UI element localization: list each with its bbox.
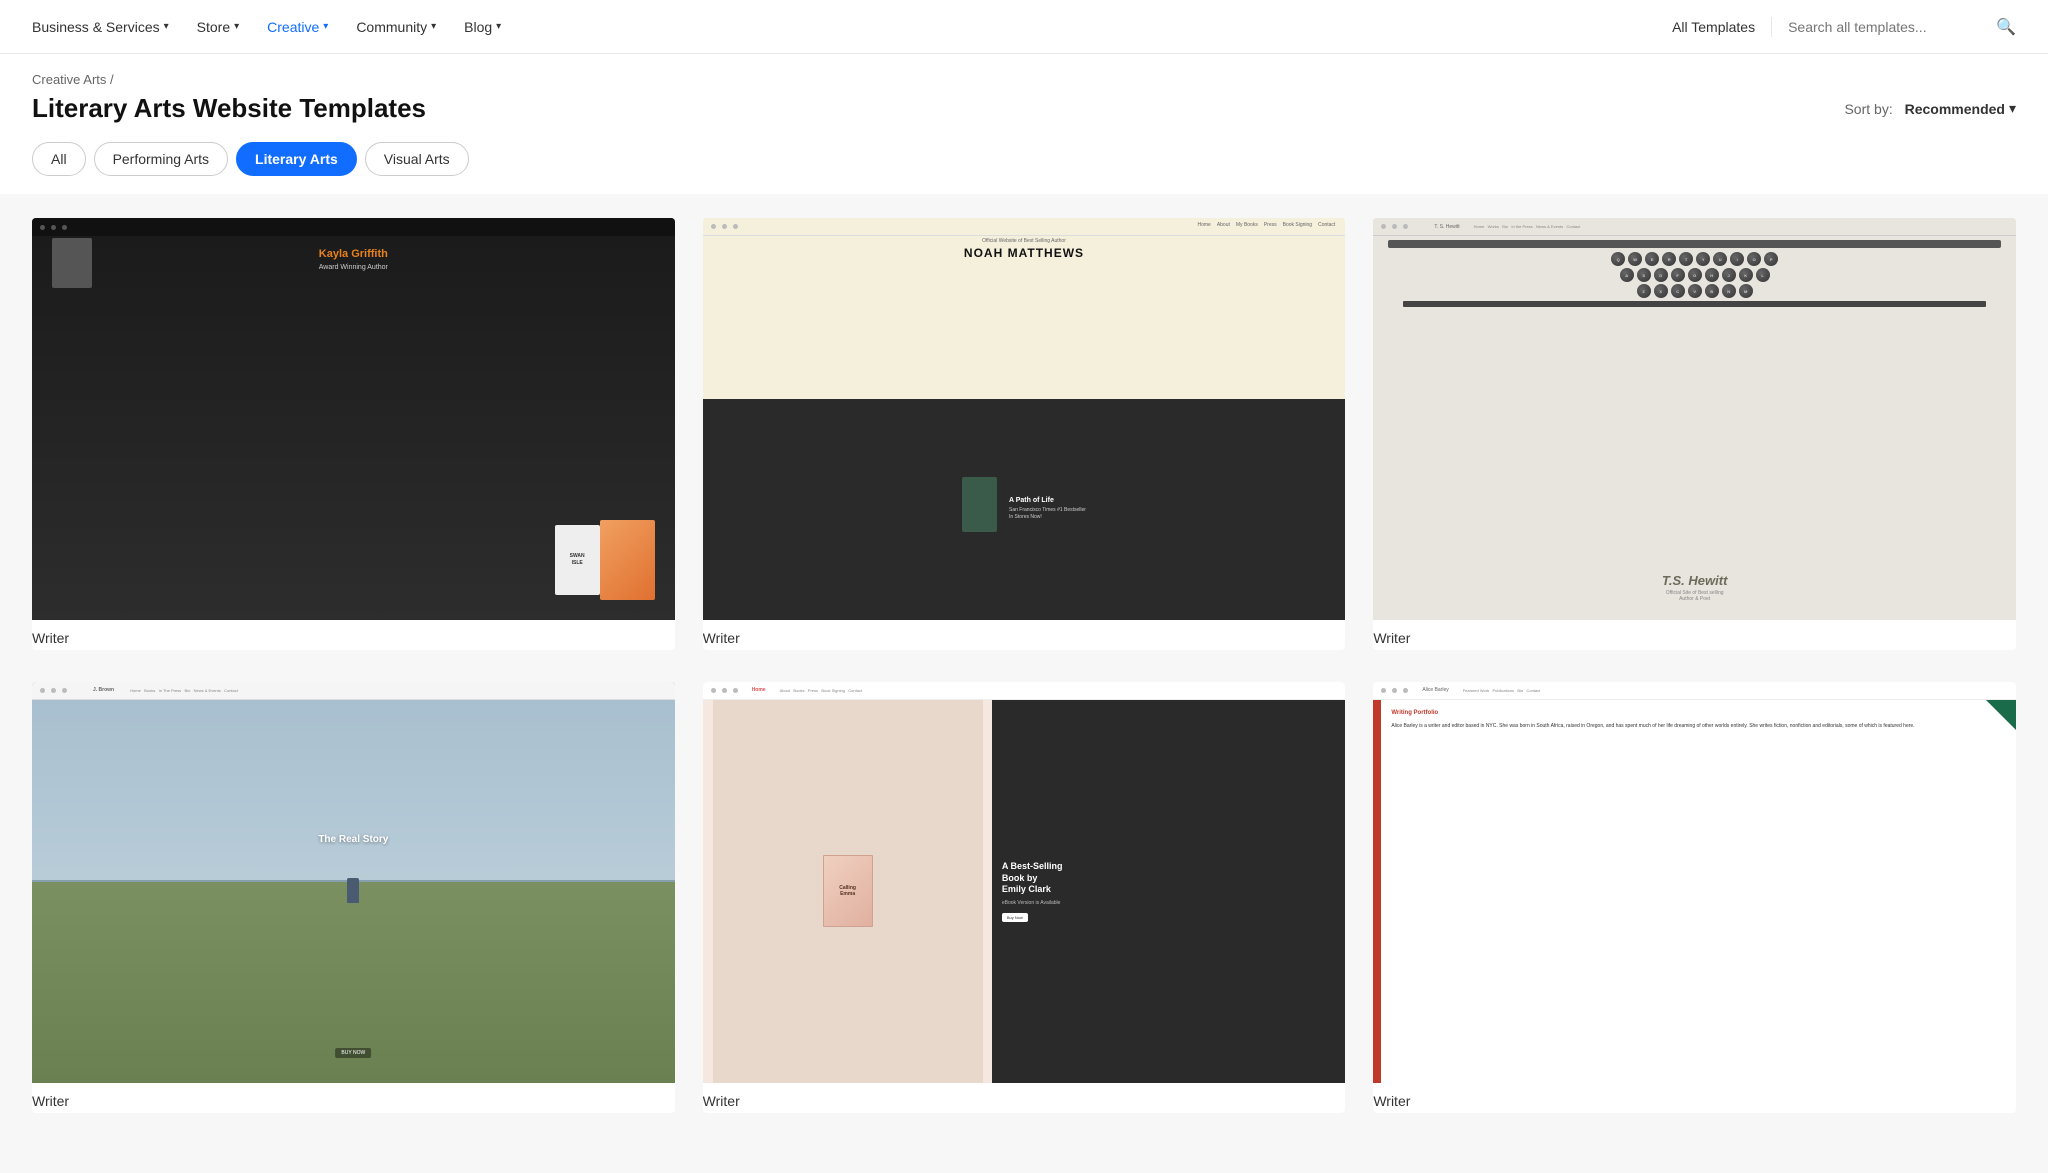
template-card[interactable]: J. Brown Home Books In The Press Bio New… (32, 682, 675, 1114)
preview-pink-book: Home About Books Press Book Signing Cont… (703, 682, 1346, 1084)
card-preview: Kayla Griffith Award Winning Author SWAN… (32, 218, 675, 620)
card-label: Writer (1373, 1083, 2016, 1113)
filter-bar: All Performing Arts Literary Arts Visual… (0, 142, 2048, 194)
card-preview: T. S. Hewitt Home Works Bio In the Press… (1373, 218, 2016, 620)
template-grid-area: Kayla Griffith Award Winning Author SWAN… (0, 194, 2048, 1137)
template-card[interactable]: T. S. Hewitt Home Works Bio In the Press… (1373, 218, 2016, 650)
all-templates-link[interactable]: All Templates (1672, 19, 1755, 35)
card-preview: Alice Barley Featured Work Publications … (1373, 682, 2016, 1084)
sort-chevron-icon: ▾ (2009, 100, 2016, 117)
main-nav: Business & Services ▾ Store ▾ Creative ▾… (0, 0, 2048, 54)
sort-value: Recommended (1905, 101, 2005, 117)
chevron-down-icon: ▾ (323, 21, 328, 32)
card-preview: J. Brown Home Books In The Press Bio New… (32, 682, 675, 1084)
nav-item-creative[interactable]: Creative ▾ (267, 19, 328, 35)
template-card[interactable]: Home About Books Press Book Signing Cont… (703, 682, 1346, 1114)
page-title-row: Literary Arts Website Templates Sort by:… (32, 93, 2016, 142)
nav-item-blog[interactable]: Blog ▾ (464, 19, 501, 35)
nav-item-community[interactable]: Community ▾ (356, 19, 436, 35)
nav-right: All Templates 🔍 (1672, 17, 2016, 37)
filter-performing-arts[interactable]: Performing Arts (94, 142, 228, 176)
nav-divider (1771, 17, 1772, 37)
template-card[interactable]: Alice Barley Featured Work Publications … (1373, 682, 2016, 1114)
card-preview: Home About My Books Press Book Signing C… (703, 218, 1346, 620)
search-icon[interactable]: 🔍 (1996, 17, 2016, 37)
breadcrumb-parent[interactable]: Creative Arts (32, 72, 106, 87)
card-label: Writer (703, 1083, 1346, 1113)
sort-label: Sort by: (1844, 101, 1892, 117)
card-label: Writer (32, 620, 675, 650)
page-header: Creative Arts / Literary Arts Website Te… (0, 54, 2048, 142)
filter-visual-arts[interactable]: Visual Arts (365, 142, 469, 176)
template-card[interactable]: Home About My Books Press Book Signing C… (703, 218, 1346, 650)
chevron-down-icon: ▾ (234, 21, 239, 32)
preview-typewriter: T. S. Hewitt Home Works Bio In the Press… (1373, 218, 2016, 620)
card-label: Writer (1373, 620, 2016, 650)
card-label: Writer (32, 1083, 675, 1113)
nav-left: Business & Services ▾ Store ▾ Creative ▾… (32, 19, 1672, 35)
nav-item-store[interactable]: Store ▾ (197, 19, 240, 35)
breadcrumb: Creative Arts / (32, 72, 2016, 87)
nav-item-business[interactable]: Business & Services ▾ (32, 19, 169, 35)
preview-portfolio: Alice Barley Featured Work Publications … (1373, 682, 2016, 1084)
breadcrumb-separator: / (110, 72, 114, 87)
preview-field-story: J. Brown Home Books In The Press Bio New… (32, 682, 675, 1084)
chevron-down-icon: ▾ (431, 21, 436, 32)
filter-literary-arts[interactable]: Literary Arts (236, 142, 357, 176)
sort-dropdown[interactable]: Sort by: Recommended ▾ (1844, 100, 2016, 117)
preview-cream-author: Home About My Books Press Book Signing C… (703, 218, 1346, 620)
template-grid: Kayla Griffith Award Winning Author SWAN… (32, 218, 2016, 1113)
filter-all[interactable]: All (32, 142, 86, 176)
search-input[interactable] (1788, 19, 1988, 35)
template-card[interactable]: Kayla Griffith Award Winning Author SWAN… (32, 218, 675, 650)
chevron-down-icon: ▾ (164, 21, 169, 32)
chevron-down-icon: ▾ (496, 21, 501, 32)
card-label: Writer (703, 620, 1346, 650)
card-preview: Home About Books Press Book Signing Cont… (703, 682, 1346, 1084)
search-bar[interactable]: 🔍 (1788, 17, 2016, 37)
preview-dark-author: Kayla Griffith Award Winning Author SWAN… (32, 218, 675, 620)
page-title: Literary Arts Website Templates (32, 93, 426, 124)
